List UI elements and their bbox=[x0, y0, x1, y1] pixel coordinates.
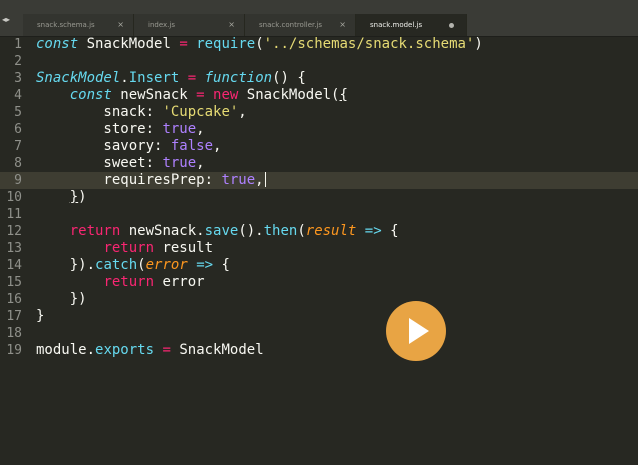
code-line: 16 }) bbox=[0, 291, 638, 308]
code-text: }) bbox=[69, 189, 87, 205]
code-text: savory: false, bbox=[36, 138, 222, 154]
code-text: return result bbox=[103, 240, 214, 256]
close-icon[interactable]: × bbox=[117, 20, 124, 29]
text-cursor bbox=[264, 172, 266, 187]
close-icon[interactable]: × bbox=[228, 20, 235, 29]
code-line: 2 bbox=[0, 53, 638, 70]
tab-bar: ◂▸ snack.schema.js × index.js × snack.co… bbox=[0, 0, 638, 37]
line-number: 14 bbox=[6, 258, 22, 273]
line-number: 7 bbox=[14, 139, 22, 154]
code-text: const newSnack = new SnackModel({ bbox=[69, 87, 348, 103]
close-icon[interactable]: × bbox=[339, 20, 346, 29]
code-line: 6 store: true, bbox=[0, 121, 638, 138]
code-text: } bbox=[36, 308, 45, 324]
play-button[interactable] bbox=[386, 301, 446, 361]
unsaved-dot-icon[interactable] bbox=[449, 23, 454, 28]
code-text: return error bbox=[103, 274, 205, 290]
line-number: 18 bbox=[6, 326, 22, 341]
code-text: store: true, bbox=[36, 121, 205, 137]
line-number: 12 bbox=[6, 224, 22, 239]
code-text: sweet: true, bbox=[36, 155, 205, 171]
code-line: 12 return newSnack.save().then(result =>… bbox=[0, 223, 638, 240]
line-number: 10 bbox=[6, 190, 22, 205]
code-line: 3 SnackModel.Insert = function() { bbox=[0, 70, 638, 87]
tab-snack-controller[interactable]: snack.controller.js × bbox=[245, 14, 356, 36]
tab-snack-model[interactable]: snack.model.js bbox=[356, 14, 467, 36]
line-number: 4 bbox=[14, 88, 22, 103]
line-number: 16 bbox=[6, 292, 22, 307]
code-line: 4 const newSnack = new SnackModel({ bbox=[0, 87, 638, 104]
code-line: 14 }).catch(error => { bbox=[0, 257, 638, 274]
tab-nav-arrows-icon[interactable]: ◂▸ bbox=[2, 14, 18, 26]
line-number: 13 bbox=[6, 241, 22, 256]
tab-label: snack.schema.js bbox=[37, 21, 95, 29]
code-line-current: 9 requiresPrep: true, bbox=[0, 172, 638, 189]
tab-label: snack.model.js bbox=[370, 21, 423, 29]
tab-label: snack.controller.js bbox=[259, 21, 323, 29]
tab-snack-schema[interactable]: snack.schema.js × bbox=[23, 14, 134, 36]
line-number: 1 bbox=[14, 37, 22, 52]
code-text: }).catch(error => { bbox=[36, 257, 230, 273]
code-line: 13 return result bbox=[0, 240, 638, 257]
code-text: return newSnack.save().then(result => { bbox=[69, 223, 399, 239]
line-number: 11 bbox=[6, 207, 22, 222]
code-line: 7 savory: false, bbox=[0, 138, 638, 155]
line-number: 3 bbox=[14, 71, 22, 86]
line-number: 2 bbox=[14, 54, 22, 69]
code-line: 19 module.exports = SnackModel bbox=[0, 342, 638, 359]
line-number: 5 bbox=[14, 105, 22, 120]
line-number: 15 bbox=[6, 275, 22, 290]
code-text: module.exports = SnackModel bbox=[36, 342, 264, 358]
code-line: 8 sweet: true, bbox=[0, 155, 638, 172]
tab-label: index.js bbox=[148, 21, 175, 29]
code-line: 11 bbox=[0, 206, 638, 223]
code-text: const SnackModel = require('../schemas/s… bbox=[36, 36, 483, 52]
line-number: 9 bbox=[14, 173, 22, 188]
line-number: 19 bbox=[6, 343, 22, 358]
code-text: }) bbox=[36, 291, 87, 307]
tab-index[interactable]: index.js × bbox=[134, 14, 245, 36]
code-text: requiresPrep: true, bbox=[36, 172, 266, 188]
line-number: 17 bbox=[6, 309, 22, 324]
code-text: snack: 'Cupcake', bbox=[36, 104, 247, 120]
line-number: 6 bbox=[14, 122, 22, 137]
code-line: 1 const SnackModel = require('../schemas… bbox=[0, 36, 638, 53]
play-icon bbox=[409, 318, 429, 344]
code-line: 10 }) bbox=[0, 189, 638, 206]
code-line: 18 bbox=[0, 325, 638, 342]
code-line: 5 snack: 'Cupcake', bbox=[0, 104, 638, 121]
code-editor[interactable]: 1 const SnackModel = require('../schemas… bbox=[0, 36, 638, 465]
code-line: 17 } bbox=[0, 308, 638, 325]
code-line: 15 return error bbox=[0, 274, 638, 291]
code-text: SnackModel.Insert = function() { bbox=[36, 70, 306, 86]
line-number: 8 bbox=[14, 156, 22, 171]
